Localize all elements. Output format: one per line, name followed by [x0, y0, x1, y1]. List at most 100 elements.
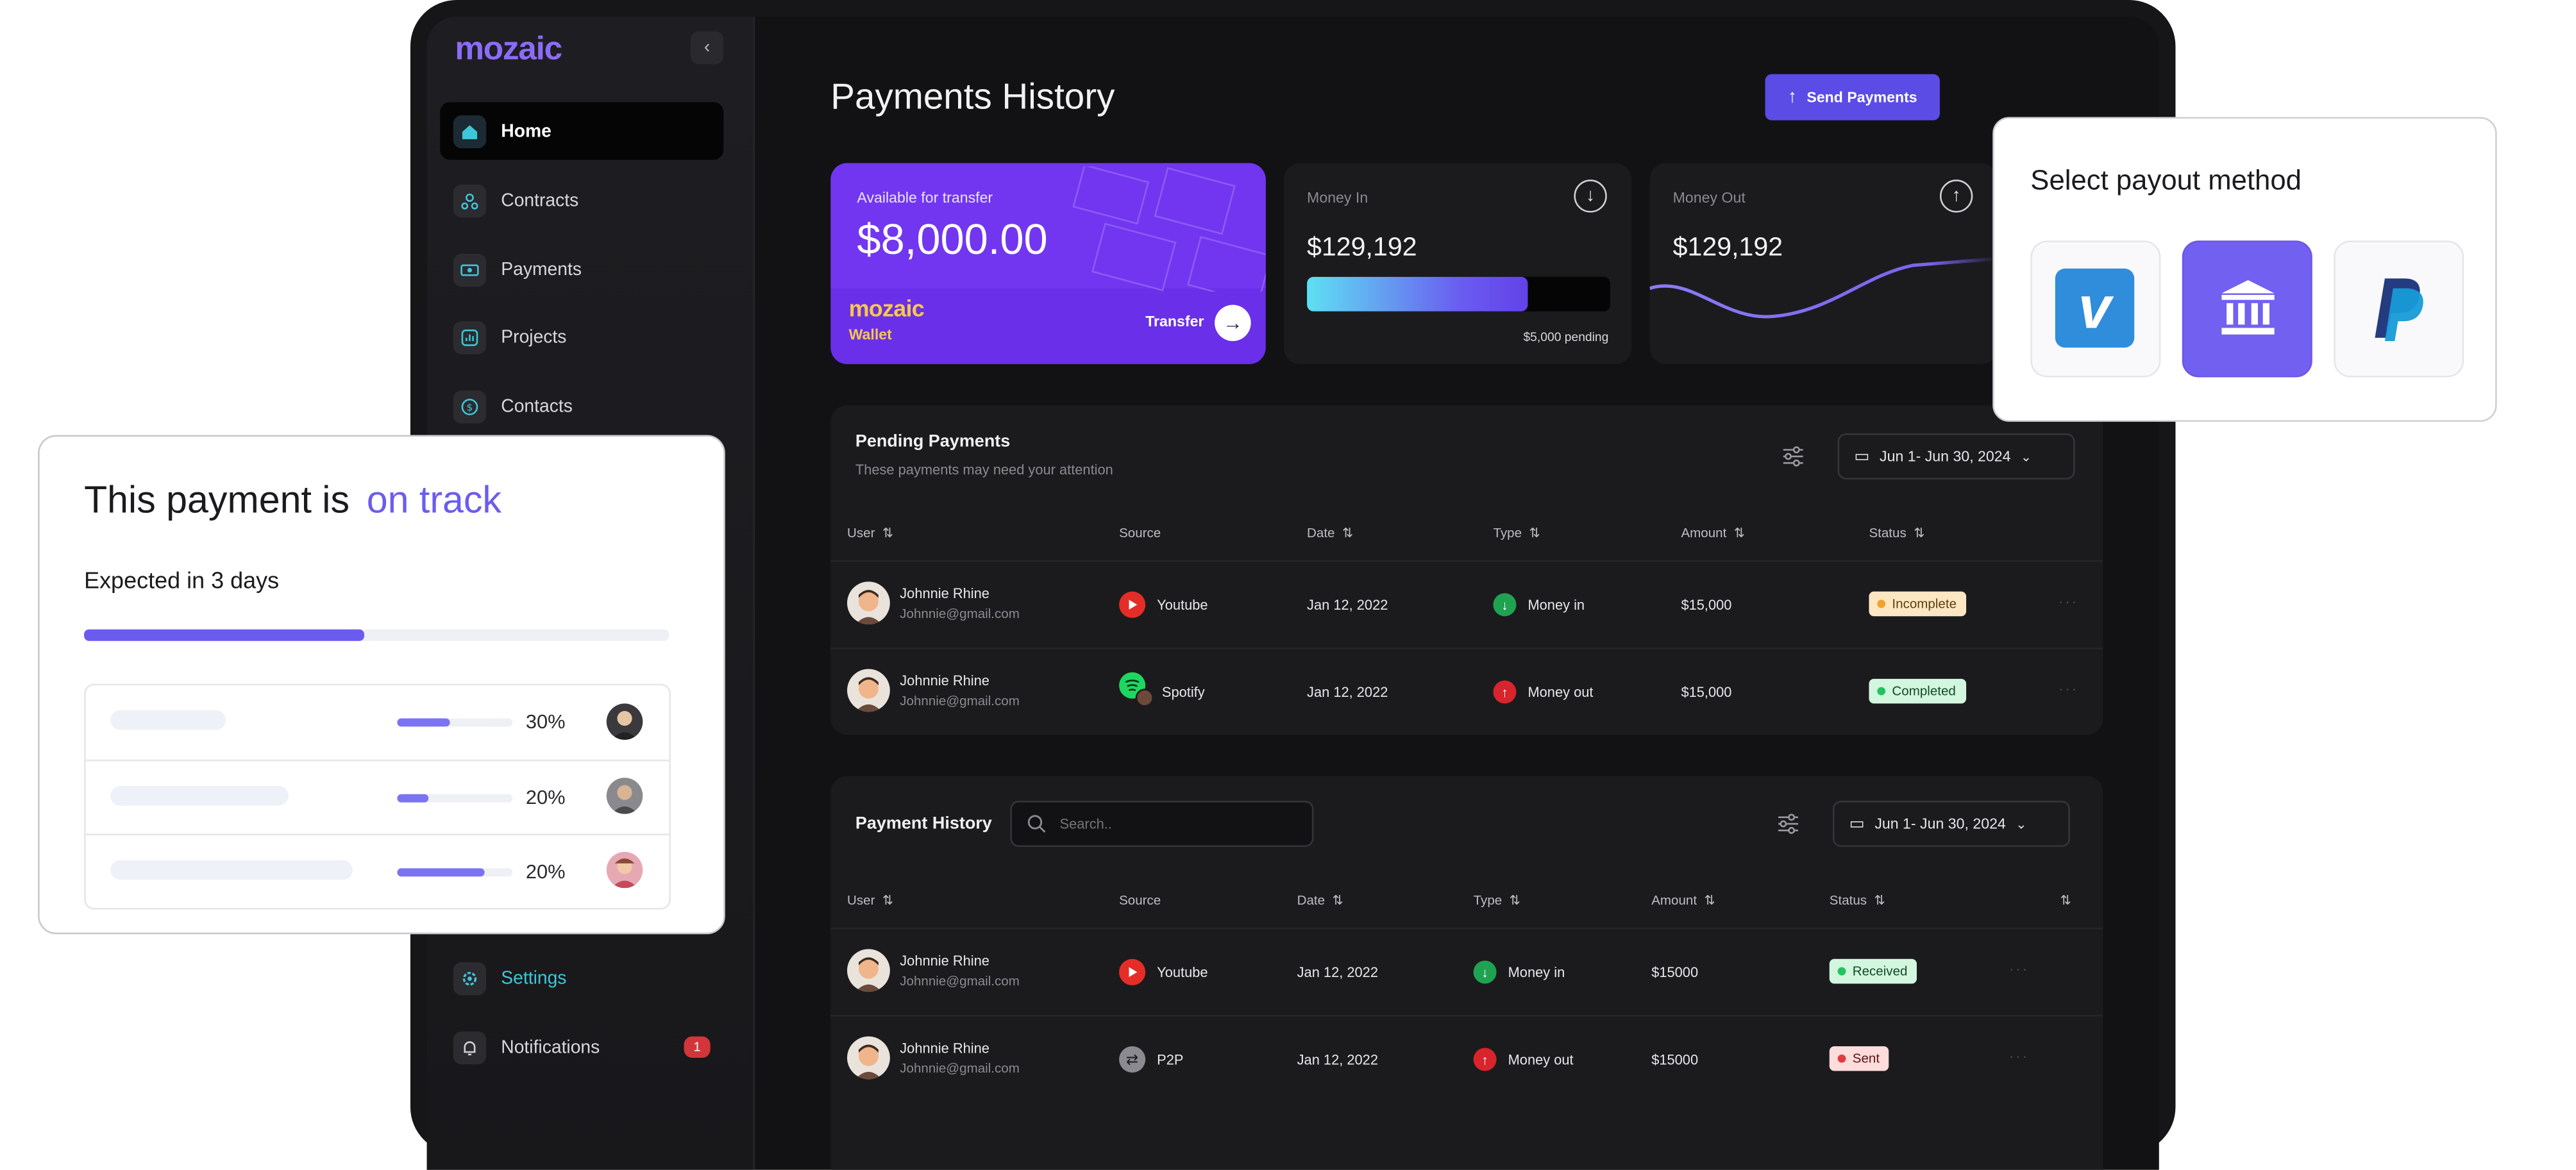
user-name: Johnnie Rhine [900, 952, 989, 969]
sidebar-item-label: Contacts [501, 396, 573, 416]
filter-icon[interactable] [1775, 810, 1801, 837]
history-date-range-button[interactable]: ▭ Jun 1- Jun 30, 2024 ⌄ [1832, 801, 2070, 848]
sidebar-item-label: Contracts [501, 190, 579, 210]
chevron-down-icon: ⌄ [2020, 449, 2032, 464]
collapse-sidebar-button[interactable]: ‹ [690, 31, 724, 65]
col-header-status[interactable]: Status ⇅ [1869, 526, 1924, 540]
sidebar-item-contracts[interactable]: Contracts [440, 171, 723, 229]
status-badge: Sent [1829, 1046, 1890, 1071]
payment-history-title: Payment History [855, 814, 992, 834]
pending-payments-title: Pending Payments [855, 431, 1011, 452]
transfer-label: Transfer [1145, 313, 1204, 330]
sidebar-item-label: Projects [501, 327, 567, 347]
track-progress-fill [84, 629, 365, 641]
row-progress-fill [397, 718, 450, 727]
source-name: Youtube [1157, 964, 1208, 981]
sort-icon: ⇅ [879, 892, 894, 908]
expected-label: Expected in 3 days [84, 567, 280, 594]
table-row[interactable]: Johnnie Rhine Johnnie@gmail.com Youtube … [830, 930, 2103, 1015]
date-range-label: Jun 1- Jun 30, 2024 [1874, 815, 2006, 832]
wallet-brand-sub: Wallet [848, 326, 892, 343]
send-payments-button[interactable]: ↑ Send Payments [1765, 74, 1940, 121]
status-badge: Completed [1869, 678, 1966, 704]
col-header-type[interactable]: Type ⇅ [1474, 893, 1520, 908]
more-options-icon[interactable]: ··· [2009, 1048, 2029, 1065]
chevron-left-icon: ‹ [703, 38, 711, 58]
sort-icon[interactable]: ⇅ [2060, 893, 2071, 908]
arrow-down-icon: ↓ [1574, 180, 1607, 213]
avatar [606, 703, 643, 740]
payment-type: Money out [1508, 1051, 1574, 1068]
money-in-icon: ↓ [1493, 593, 1517, 617]
search-input[interactable] [1056, 814, 1294, 834]
filter-icon[interactable] [1780, 443, 1806, 469]
avatar [847, 1036, 890, 1080]
money-out-label: Money Out [1672, 189, 1746, 206]
search-box[interactable] [1010, 801, 1314, 848]
col-header-date[interactable]: Date ⇅ [1297, 893, 1343, 908]
payment-amount: $15000 [1651, 1051, 1699, 1068]
source-name: P2P [1157, 1051, 1184, 1068]
avatar [847, 581, 890, 625]
col-header-status[interactable]: Status ⇅ [1830, 893, 1885, 908]
status-label: Sent [1852, 1051, 1880, 1066]
col-header-amount[interactable]: Amount ⇅ [1681, 526, 1745, 540]
more-options-icon[interactable]: ··· [2009, 960, 2029, 977]
col-header-label: Source [1119, 892, 1161, 908]
sidebar-item-payments[interactable]: Payments [440, 240, 723, 298]
sidebar-item-projects[interactable]: Projects [440, 308, 723, 366]
table-row[interactable]: Johnnie Rhine Johnnie@gmail.com ⇄ P2P Ja… [830, 1017, 2103, 1103]
track-title-accent: on track [366, 478, 502, 521]
col-header-type[interactable]: Type ⇅ [1493, 526, 1540, 540]
notification-count-badge: 1 [684, 1036, 711, 1058]
projects-icon [453, 320, 487, 354]
sidebar-item-label: Settings [501, 967, 567, 988]
payout-option-paypal[interactable] [2334, 240, 2464, 378]
col-header-date[interactable]: Date ⇅ [1307, 526, 1353, 540]
money-out-card: Money Out ↑ $129,192 [1649, 163, 1998, 364]
sidebar-item-label: Home [501, 121, 551, 141]
wallet-decoration [1072, 166, 1266, 292]
col-header-user[interactable]: User ⇅ [847, 526, 893, 540]
table-row[interactable]: Johnnie Rhine Johnnie@gmail.com Spotify … [830, 649, 2103, 735]
row-progress-bar [397, 794, 513, 803]
col-header-user[interactable]: User ⇅ [847, 893, 893, 908]
status-dot [1877, 687, 1886, 696]
wallet-brand: mozaic [848, 295, 925, 322]
money-in-pending: $5,000 pending [1523, 330, 1609, 345]
paypal-icon [2375, 278, 2423, 342]
source-name: Youtube [1157, 596, 1208, 614]
chevron-down-icon: ⌄ [2016, 816, 2027, 832]
sort-icon: ⇅ [1910, 525, 1925, 540]
col-header-label: Status [1869, 525, 1907, 540]
status-badge: Incomplete [1869, 591, 1967, 617]
payout-option-venmo[interactable]: v [2030, 240, 2161, 378]
status-label: Completed [1892, 683, 1956, 699]
more-options-icon[interactable]: ··· [2058, 593, 2078, 610]
more-options-icon[interactable]: ··· [2058, 680, 2078, 697]
table-row[interactable]: Johnnie Rhine Johnnie@gmail.com Youtube … [830, 562, 2103, 648]
col-header-label: User [847, 892, 875, 908]
app-logo[interactable]: mozaic [455, 31, 562, 69]
sidebar-item-settings[interactable]: Settings [440, 949, 723, 1007]
money-in-amount: $129,192 [1307, 233, 1417, 262]
status-label: Incomplete [1892, 596, 1957, 612]
track-title-text: This payment is [84, 478, 350, 521]
home-icon [453, 114, 487, 148]
user-email: Johnnie@gmail.com [900, 606, 1020, 621]
payment-type: Money in [1528, 596, 1585, 614]
sort-icon: ⇅ [1505, 892, 1520, 908]
sidebar-item-home[interactable]: Home [440, 102, 724, 160]
money-out-icon: ↑ [1493, 680, 1517, 704]
avatar [847, 949, 890, 992]
col-header-label: Amount [1651, 892, 1697, 908]
col-header-label: Type [1473, 892, 1503, 908]
sidebar-item-notifications[interactable]: Notifications 1 [440, 1018, 723, 1076]
arrow-up-icon: ↑ [1939, 180, 1973, 213]
pending-date-range-button[interactable]: ▭ Jun 1- Jun 30, 2024 ⌄ [1837, 433, 2075, 480]
col-header-amount[interactable]: Amount ⇅ [1651, 893, 1715, 908]
transfer-button[interactable]: → [1215, 305, 1251, 342]
sidebar-item-contacts[interactable]: $ Contacts [440, 378, 723, 435]
col-header-label: Type [1493, 525, 1522, 540]
payout-option-bank[interactable] [2182, 240, 2312, 378]
